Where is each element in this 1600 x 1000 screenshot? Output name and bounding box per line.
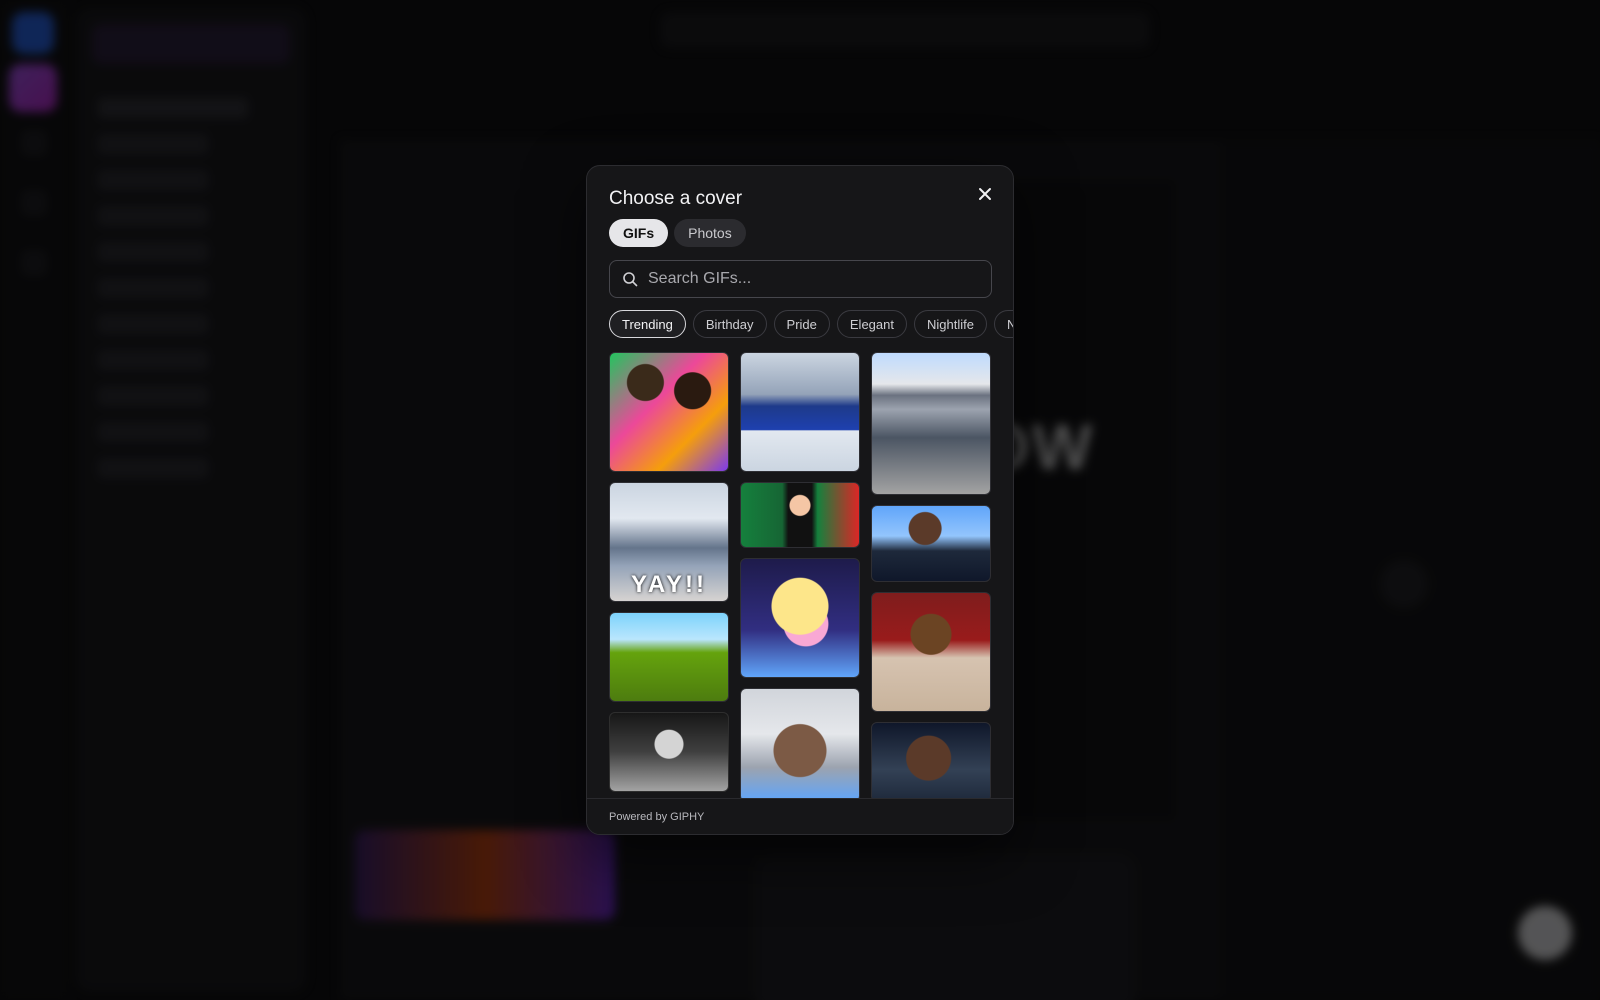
- gif-tile[interactable]: [871, 505, 991, 582]
- tab-gifs[interactable]: GIFs: [609, 219, 669, 247]
- gif-tile[interactable]: [609, 712, 729, 792]
- gif-search-input[interactable]: [648, 261, 991, 297]
- close-icon: [979, 188, 991, 200]
- tab-photos[interactable]: Photos: [674, 219, 746, 247]
- search-icon: [623, 272, 638, 287]
- app-root: OW Choose a cover GIFs Photos Search GIF…: [0, 0, 1600, 1000]
- gif-tile[interactable]: [740, 558, 860, 678]
- chip-elegant[interactable]: Elegant: [836, 310, 907, 338]
- giphy-attribution: Powered by GIPHY: [587, 798, 1013, 834]
- chip-more[interactable]: N: [993, 310, 1013, 338]
- chip-pride[interactable]: Pride: [773, 310, 830, 338]
- close-button[interactable]: [973, 182, 997, 206]
- chip-birthday[interactable]: Birthday: [692, 310, 767, 338]
- category-chips: Trending Birthday Pride Elegant Nightlif…: [609, 310, 1013, 338]
- gif-tile[interactable]: [740, 352, 860, 472]
- gif-tile[interactable]: [871, 592, 991, 712]
- gif-search-field[interactable]: [609, 260, 992, 298]
- chip-nightlife[interactable]: Nightlife: [913, 310, 987, 338]
- gif-tile[interactable]: [609, 352, 729, 472]
- gif-tile[interactable]: [871, 722, 991, 802]
- gif-grid: YAY!!: [609, 352, 992, 802]
- gif-tile[interactable]: [871, 352, 991, 495]
- gif-tile[interactable]: [740, 482, 860, 548]
- chip-trending[interactable]: Trending: [609, 310, 686, 338]
- gif-overlay-text: YAY!!: [631, 571, 707, 598]
- gif-tile[interactable]: YAY!!: [609, 482, 729, 602]
- gif-tile[interactable]: [609, 612, 729, 702]
- modal-title: Choose a cover: [609, 188, 743, 209]
- media-tabs: GIFs Photos: [609, 219, 746, 247]
- cover-picker-modal: Choose a cover GIFs Photos Trending Birt…: [586, 165, 1014, 835]
- gif-tile[interactable]: [740, 688, 860, 802]
